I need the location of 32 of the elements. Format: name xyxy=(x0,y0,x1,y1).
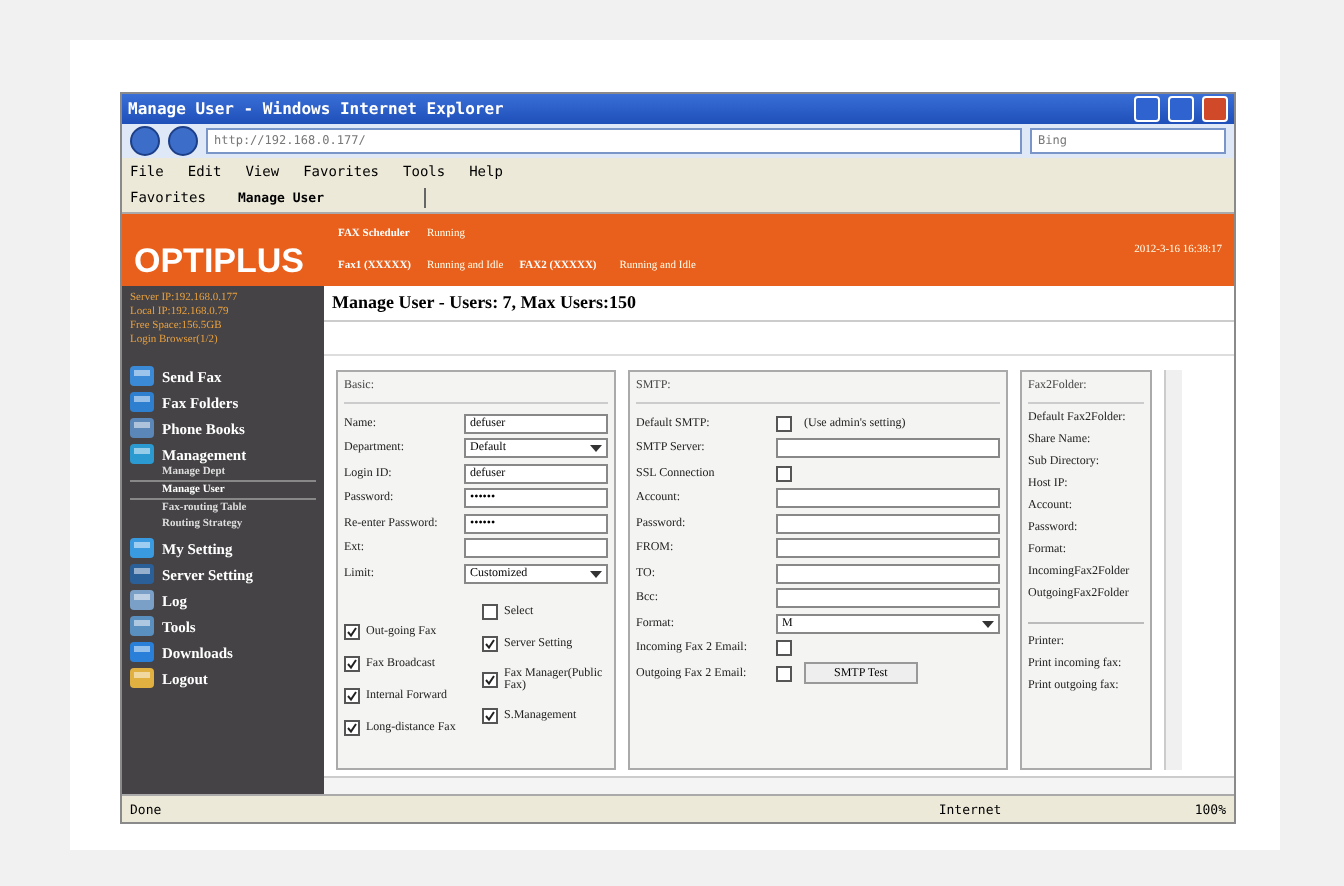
dropdown-icon xyxy=(982,617,994,629)
checkbox[interactable] xyxy=(344,687,360,703)
logo: OPTIPLUS xyxy=(132,240,307,284)
dropdown-icon xyxy=(590,567,602,579)
input-field[interactable] xyxy=(776,563,1000,583)
vertical-scrollbar[interactable] xyxy=(1164,370,1182,770)
checkbox[interactable] xyxy=(482,603,498,619)
checkbox[interactable] xyxy=(482,671,498,687)
input-field[interactable] xyxy=(776,588,1000,608)
checkbox[interactable] xyxy=(776,640,792,656)
checkbox[interactable] xyxy=(776,465,792,481)
checkbox[interactable] xyxy=(344,719,360,735)
back-button[interactable] xyxy=(130,126,160,156)
input-field[interactable] xyxy=(464,538,608,558)
checkbox[interactable] xyxy=(344,623,360,639)
page-title: Manage User - Users: 7, Max Users:150 xyxy=(324,286,1234,322)
checkbox[interactable] xyxy=(482,707,498,723)
forward-button[interactable] xyxy=(168,126,198,156)
checkbox[interactable] xyxy=(776,665,792,681)
input-field[interactable] xyxy=(776,488,1000,508)
minimize-button[interactable] xyxy=(1134,96,1160,122)
maximize-button[interactable] xyxy=(1168,96,1194,122)
checkbox[interactable] xyxy=(482,635,498,651)
horizontal-scrollbar[interactable] xyxy=(324,776,1234,794)
dropdown-icon xyxy=(590,442,602,454)
checkbox[interactable] xyxy=(776,415,792,431)
input-field[interactable] xyxy=(776,513,1000,533)
window-title: Manage User - Windows Internet Explorer xyxy=(128,100,506,118)
input-field[interactable] xyxy=(776,538,1000,558)
close-button[interactable] xyxy=(1202,96,1228,122)
input-field[interactable] xyxy=(776,438,1000,458)
checkbox[interactable] xyxy=(344,655,360,671)
